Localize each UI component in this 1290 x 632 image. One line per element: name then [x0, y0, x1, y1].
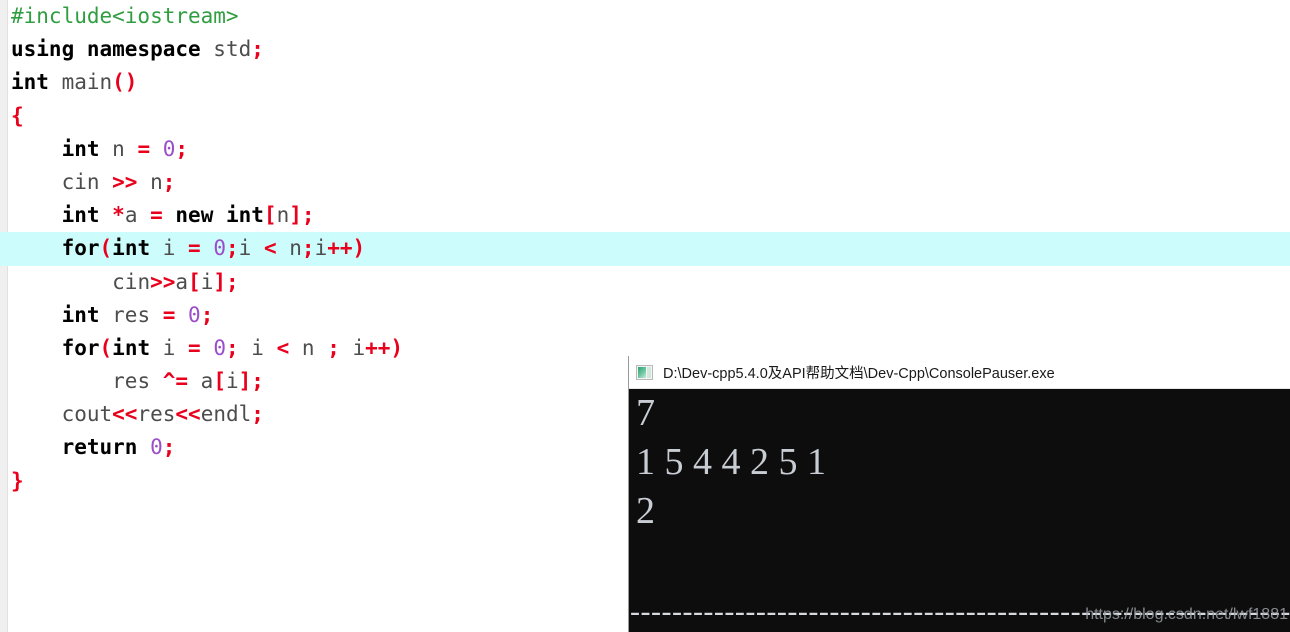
code-token: int [61, 136, 100, 161]
code-token: ^= [162, 369, 189, 394]
code-line[interactable]: for(int i = 0;i < n;i++) [0, 232, 1290, 266]
code-token: i [150, 335, 189, 360]
code-token: ; [200, 302, 214, 327]
code-token: ; [175, 136, 189, 161]
code-token: for [61, 236, 100, 261]
code-line[interactable]: cin>>a[i]; [0, 266, 1290, 299]
code-token: >> [150, 269, 176, 294]
code-token: int [61, 203, 113, 228]
console-window[interactable]: D:\Dev-cpp5.4.0及API帮助文档\Dev-Cpp\ConsoleP… [628, 356, 1290, 632]
code-token: int [112, 236, 151, 261]
code-token: 0 [137, 435, 163, 460]
code-line[interactable]: #include<iostream> [0, 0, 1290, 33]
code-token: i [150, 236, 189, 261]
code-token: ]; [238, 369, 264, 394]
code-token: = [137, 136, 151, 161]
console-output-area[interactable]: 7 1 5 4 4 2 5 1 2 [629, 389, 1290, 632]
code-line[interactable]: using namespace std; [0, 33, 1290, 66]
console-output-line: 7 [636, 392, 655, 434]
code-token: ++) [365, 335, 404, 360]
code-line[interactable]: int res = 0; [0, 299, 1290, 332]
code-token: i [314, 236, 328, 261]
code-token: a [175, 269, 189, 294]
console-output-line: 2 [636, 490, 655, 532]
code-token: * [112, 203, 125, 228]
code-token: ( [99, 335, 113, 360]
code-token: int [112, 335, 151, 360]
code-token: << [175, 402, 201, 427]
code-token: ; [301, 236, 315, 261]
code-token: return [61, 435, 138, 460]
code-token: n [276, 236, 302, 261]
code-token: n [99, 136, 138, 161]
code-token: ]; [213, 269, 239, 294]
code-token: >> [112, 169, 138, 194]
code-line[interactable]: { [0, 100, 1290, 133]
console-title-bar[interactable]: D:\Dev-cpp5.4.0及API帮助文档\Dev-Cpp\ConsoleP… [629, 356, 1290, 389]
console-window-icon [636, 364, 653, 380]
code-token: n [137, 169, 163, 194]
code-token: endl [200, 402, 252, 427]
code-token: 0 [150, 136, 176, 161]
code-token: res [137, 402, 176, 427]
code-token: cin [112, 269, 151, 294]
code-token: new int [162, 203, 264, 228]
code-token: n [289, 335, 328, 360]
code-token: [ [188, 269, 201, 294]
code-token: i [225, 369, 239, 394]
code-token: i [238, 335, 277, 360]
code-token: ; [251, 402, 264, 427]
code-token: std [200, 37, 252, 62]
code-line[interactable]: int *a = new int[n]; [0, 199, 1290, 232]
code-token: n [276, 203, 290, 228]
code-token: ; [226, 335, 239, 360]
csdn-watermark: https://blog.csdn.net/lwf1881 [1085, 606, 1288, 623]
code-token: res [99, 302, 163, 327]
code-token: int [11, 70, 49, 95]
code-line[interactable]: int main() [0, 66, 1290, 99]
code-token: ( [99, 236, 113, 261]
code-token: [ [213, 369, 226, 394]
code-token: () [112, 70, 138, 95]
code-token: ; [327, 335, 340, 360]
code-token: a [124, 203, 151, 228]
code-token: = [150, 203, 163, 228]
code-token: = [188, 236, 201, 261]
code-token: 0 [175, 302, 201, 327]
code-token: 0 [200, 236, 226, 261]
code-token: ; [162, 169, 176, 194]
code-token: = [188, 335, 201, 360]
console-title-text: D:\Dev-cpp5.4.0及API帮助文档\Dev-Cpp\ConsoleP… [663, 365, 1055, 382]
code-token: = [162, 302, 176, 327]
code-token: ; [251, 37, 264, 62]
code-token: << [112, 402, 138, 427]
code-token: i [238, 236, 264, 261]
code-token: < [276, 335, 290, 360]
code-token: ++) [327, 236, 366, 261]
code-token: cout [61, 402, 113, 427]
code-token: { [11, 103, 24, 128]
code-token: cin [61, 169, 113, 194]
code-line[interactable]: int n = 0; [0, 133, 1290, 166]
code-token: using namespace [11, 37, 201, 62]
code-token: ; [226, 236, 239, 261]
code-token: #include<iostream> [11, 4, 239, 28]
console-output-line: 1 5 4 4 2 5 1 [636, 441, 826, 483]
code-token: ]; [289, 203, 315, 228]
code-token: 0 [200, 335, 226, 360]
code-token: int [61, 302, 100, 327]
code-token: a [188, 369, 214, 394]
code-token: } [11, 468, 24, 493]
code-line[interactable]: cin >> n; [0, 166, 1290, 199]
code-token: i [339, 335, 366, 360]
code-token: res [112, 369, 163, 394]
code-token: for [61, 335, 100, 360]
code-token: main [48, 70, 113, 95]
code-token: i [200, 269, 214, 294]
code-token: ; [162, 435, 176, 460]
code-token: < [263, 236, 277, 261]
code-token: [ [263, 203, 277, 228]
